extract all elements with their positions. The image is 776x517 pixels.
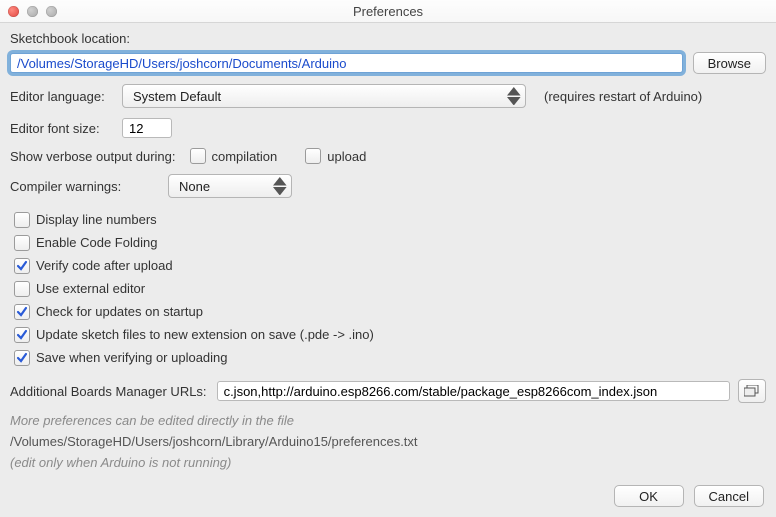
option-row: Verify code after upload	[14, 254, 766, 277]
preferences-window: Preferences Sketchbook location: Browse …	[0, 0, 776, 517]
verbose-label: Show verbose output during:	[10, 149, 176, 164]
editor-language-select[interactable]: System Default	[122, 84, 526, 108]
option-row: Update sketch files to new extension on …	[14, 323, 766, 346]
option-row: Check for updates on startup	[14, 300, 766, 323]
upload-checkbox[interactable]	[305, 148, 321, 164]
option-row: Display line numbers	[14, 208, 766, 231]
cancel-button[interactable]: Cancel	[694, 485, 764, 507]
compilation-checkbox[interactable]	[190, 148, 206, 164]
sketchbook-location-label: Sketchbook location:	[10, 31, 766, 46]
compiler-warnings-value: None	[179, 179, 210, 194]
option-label: Display line numbers	[36, 212, 157, 227]
option-label: Enable Code Folding	[36, 235, 157, 250]
option-checkbox[interactable]	[14, 327, 30, 343]
option-checkbox[interactable]	[14, 281, 30, 297]
upload-label: upload	[327, 149, 366, 164]
ok-button[interactable]: OK	[614, 485, 684, 507]
option-checkbox[interactable]	[14, 212, 30, 228]
option-label: Use external editor	[36, 281, 145, 296]
boards-urls-label: Additional Boards Manager URLs:	[10, 384, 207, 399]
preferences-file-path: /Volumes/StorageHD/Users/joshcorn/Librar…	[10, 434, 766, 449]
more-info-line2: (edit only when Arduino is not running)	[10, 455, 766, 470]
option-row: Enable Code Folding	[14, 231, 766, 254]
option-label: Save when verifying or uploading	[36, 350, 228, 365]
option-label: Check for updates on startup	[36, 304, 203, 319]
option-checkbox[interactable]	[14, 235, 30, 251]
font-size-input[interactable]	[122, 118, 172, 138]
chevrons-icon	[273, 177, 287, 195]
more-info-line1: More preferences can be edited directly …	[10, 413, 766, 428]
editor-language-label: Editor language:	[10, 89, 122, 104]
option-label: Verify code after upload	[36, 258, 173, 273]
compiler-warnings-select[interactable]: None	[168, 174, 292, 198]
browse-button[interactable]: Browse	[693, 52, 766, 74]
option-checkbox[interactable]	[14, 258, 30, 274]
option-checkbox[interactable]	[14, 304, 30, 320]
option-row: Save when verifying or uploading	[14, 346, 766, 369]
option-checkbox[interactable]	[14, 350, 30, 366]
compilation-label: compilation	[212, 149, 278, 164]
titlebar: Preferences	[0, 0, 776, 23]
boards-urls-input[interactable]	[217, 381, 730, 401]
sketchbook-location-input[interactable]	[10, 53, 683, 73]
option-row: Use external editor	[14, 277, 766, 300]
boards-urls-expand-button[interactable]	[738, 379, 766, 403]
window-stack-icon	[744, 385, 760, 397]
options-list: Display line numbers Enable Code Folding V…	[14, 208, 766, 369]
compiler-warnings-label: Compiler warnings:	[10, 179, 168, 194]
font-size-label: Editor font size:	[10, 121, 122, 136]
option-label: Update sketch files to new extension on …	[36, 327, 374, 342]
window-title: Preferences	[0, 4, 776, 19]
chevrons-icon	[507, 87, 521, 105]
editor-language-hint: (requires restart of Arduino)	[544, 89, 702, 104]
editor-language-value: System Default	[133, 89, 221, 104]
